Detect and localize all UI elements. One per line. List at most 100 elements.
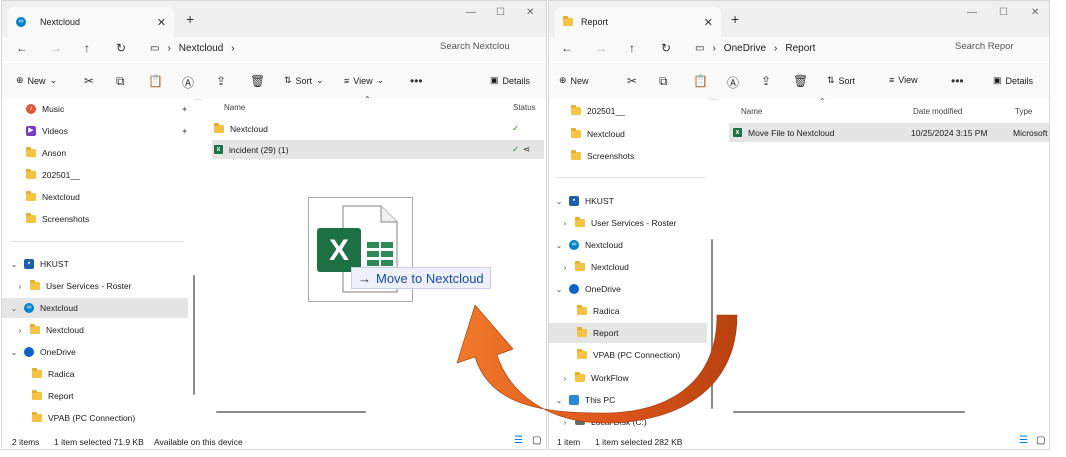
nav-item-nextcloud-sub[interactable]: › Nextcloud: [561, 257, 629, 277]
details-view-icon[interactable]: ☰: [1019, 435, 1028, 446]
sort-button[interactable]: ⇅ Sort ⌄: [284, 75, 324, 86]
nav-item-nextcloud[interactable]: ⌄ ∞ Nextcloud: [555, 235, 623, 255]
forward-button[interactable]: →: [595, 41, 607, 55]
nav-item-nextcloud-sub[interactable]: › Nextcloud: [16, 320, 84, 340]
nav-item-radica[interactable]: Radica: [32, 364, 74, 384]
details-view-icon[interactable]: ☰: [514, 435, 523, 446]
new-button[interactable]: ⊕ New: [559, 75, 589, 86]
close-tab-icon[interactable]: ✕: [704, 16, 713, 29]
copy-icon[interactable]: ⧉: [116, 74, 125, 89]
nav-item-onedrive[interactable]: ⌄ OneDrive: [555, 279, 621, 299]
rename-icon[interactable]: Ⓐ: [727, 74, 739, 91]
column-header-date-modified[interactable]: Date modified: [913, 107, 962, 116]
delete-icon[interactable]: 🗑: [250, 74, 265, 88]
nav-item-nextcloud-folder[interactable]: Nextcloud: [571, 124, 625, 144]
nav-item-user-services-roster[interactable]: › User Services - Roster: [16, 276, 132, 296]
chevron-down-icon: ⌄: [376, 75, 385, 85]
nav-item-nextcloud[interactable]: ⌄ ∞ Nextcloud: [2, 298, 188, 318]
status-bar: 2 items 1 item selected 71.9 KB Availabl…: [2, 433, 546, 449]
nav-label: Nextcloud: [42, 192, 80, 202]
search-input[interactable]: Search Nextclou: [440, 41, 510, 52]
nav-item-videos[interactable]: ▶ Videos ✦: [26, 121, 188, 141]
new-label: New: [27, 75, 46, 86]
column-header-type[interactable]: Type: [1015, 107, 1032, 116]
tab-nextcloud[interactable]: ∞ Nextcloud ✕: [8, 7, 174, 37]
new-tab-button[interactable]: +: [186, 11, 194, 27]
nav-item-onedrive[interactable]: ⌄ OneDrive: [10, 342, 76, 362]
search-input[interactable]: Search Repor: [955, 41, 1014, 52]
maximize-button[interactable]: ☐: [496, 7, 505, 18]
minimize-button[interactable]: —: [967, 7, 977, 18]
forward-button[interactable]: →: [50, 41, 62, 55]
breadcrumb-item[interactable]: Nextcloud: [179, 43, 223, 54]
share-icon[interactable]: ⇪: [761, 74, 771, 88]
nav-item-screenshots[interactable]: Screenshots: [571, 146, 634, 166]
column-header-name[interactable]: Name: [741, 107, 762, 116]
tab-report[interactable]: Report ✕: [555, 7, 721, 37]
nav-item-202501[interactable]: 202501__: [571, 101, 625, 121]
up-button[interactable]: ↑: [629, 41, 635, 55]
new-button[interactable]: ⊕ New ⌄: [16, 75, 57, 86]
more-options-icon[interactable]: •••: [951, 74, 964, 88]
minimize-button[interactable]: —: [466, 7, 476, 18]
nav-item-report[interactable]: Report: [32, 386, 74, 406]
nav-label: Anson: [42, 148, 67, 158]
paste-icon[interactable]: 📋: [148, 74, 163, 88]
breadcrumb-item[interactable]: Report: [785, 43, 815, 54]
nav-item-202501[interactable]: 202501__: [26, 165, 80, 185]
horizontal-scrollbar[interactable]: [216, 411, 366, 413]
close-window-button[interactable]: ✕: [1031, 7, 1039, 18]
view-label: View: [898, 75, 918, 85]
maximize-button[interactable]: ☐: [999, 7, 1008, 18]
details-label: Details: [1005, 75, 1034, 86]
horizontal-scrollbar[interactable]: [733, 411, 965, 413]
nav-item-nextcloud-folder[interactable]: Nextcloud: [26, 187, 80, 207]
chevron-right-icon: ›: [563, 262, 567, 272]
pc-icon: ▭: [150, 43, 160, 54]
file-row-incident[interactable]: x incident (29) (1) ✓ ⋖: [212, 140, 544, 159]
view-button[interactable]: ≡ View ⌄: [344, 75, 384, 86]
close-tab-icon[interactable]: ✕: [157, 16, 166, 29]
nav-label: User Services - Roster: [46, 281, 132, 291]
file-row-move-file-to-nextcloud[interactable]: x Move File to Nextcloud 10/25/2024 3:15 P…: [729, 123, 1049, 142]
breadcrumb: ▭ › OneDrive › Report: [695, 43, 815, 54]
up-button[interactable]: ↑: [84, 41, 90, 55]
tiles-view-icon[interactable]: ▢: [532, 435, 541, 446]
refresh-button[interactable]: ↻: [116, 41, 126, 55]
refresh-button[interactable]: ↻: [661, 41, 671, 55]
sort-button[interactable]: ⇅ Sort: [827, 75, 855, 86]
nav-item-music[interactable]: ♪ Music ✦: [26, 99, 188, 119]
tiles-view-icon[interactable]: ▢: [1036, 435, 1045, 446]
details-button[interactable]: ▣ Details: [490, 75, 530, 86]
nav-item-user-services-roster[interactable]: › User Services - Roster: [561, 213, 677, 233]
column-header-status[interactable]: Status: [513, 103, 536, 112]
breadcrumb-item[interactable]: OneDrive: [724, 43, 766, 54]
cut-icon[interactable]: ✂: [84, 74, 94, 88]
copy-icon[interactable]: ⧉: [659, 74, 668, 89]
close-window-button[interactable]: ✕: [526, 7, 534, 18]
plus-icon: ⊕: [559, 75, 567, 85]
share-icon[interactable]: ⇪: [216, 74, 226, 88]
details-button[interactable]: ▣ Details: [993, 75, 1033, 86]
nav-item-anson[interactable]: Anson: [26, 143, 66, 163]
back-button[interactable]: ←: [561, 41, 573, 55]
nav-item-hkust[interactable]: ⌄ ▪ HKUST: [555, 191, 614, 211]
rename-icon[interactable]: Ⓐ: [182, 74, 194, 91]
nav-item-hkust[interactable]: ⌄ ▪ HKUST: [10, 254, 69, 274]
more-options-icon[interactable]: •••: [410, 74, 423, 88]
nav-scrollbar[interactable]: [193, 275, 195, 395]
column-header-name[interactable]: Name: [224, 103, 245, 112]
cut-icon[interactable]: ✂: [627, 74, 637, 88]
delete-icon[interactable]: 🗑: [793, 74, 808, 88]
nav-item-vpab[interactable]: VPAB (PC Connection): [32, 408, 135, 428]
view-icon: ≡: [344, 75, 350, 86]
back-button[interactable]: ←: [16, 41, 28, 55]
nextcloud-icon: ∞: [24, 303, 34, 313]
new-tab-button[interactable]: +: [731, 11, 739, 27]
paste-icon[interactable]: 📋: [693, 74, 708, 88]
nav-item-screenshots[interactable]: Screenshots: [26, 209, 89, 229]
file-row-nextcloud[interactable]: Nextcloud ✓: [214, 119, 544, 138]
divider: [555, 177, 705, 178]
view-button[interactable]: ≡ View: [889, 75, 918, 85]
chevron-down-icon: ⌄: [49, 75, 58, 85]
